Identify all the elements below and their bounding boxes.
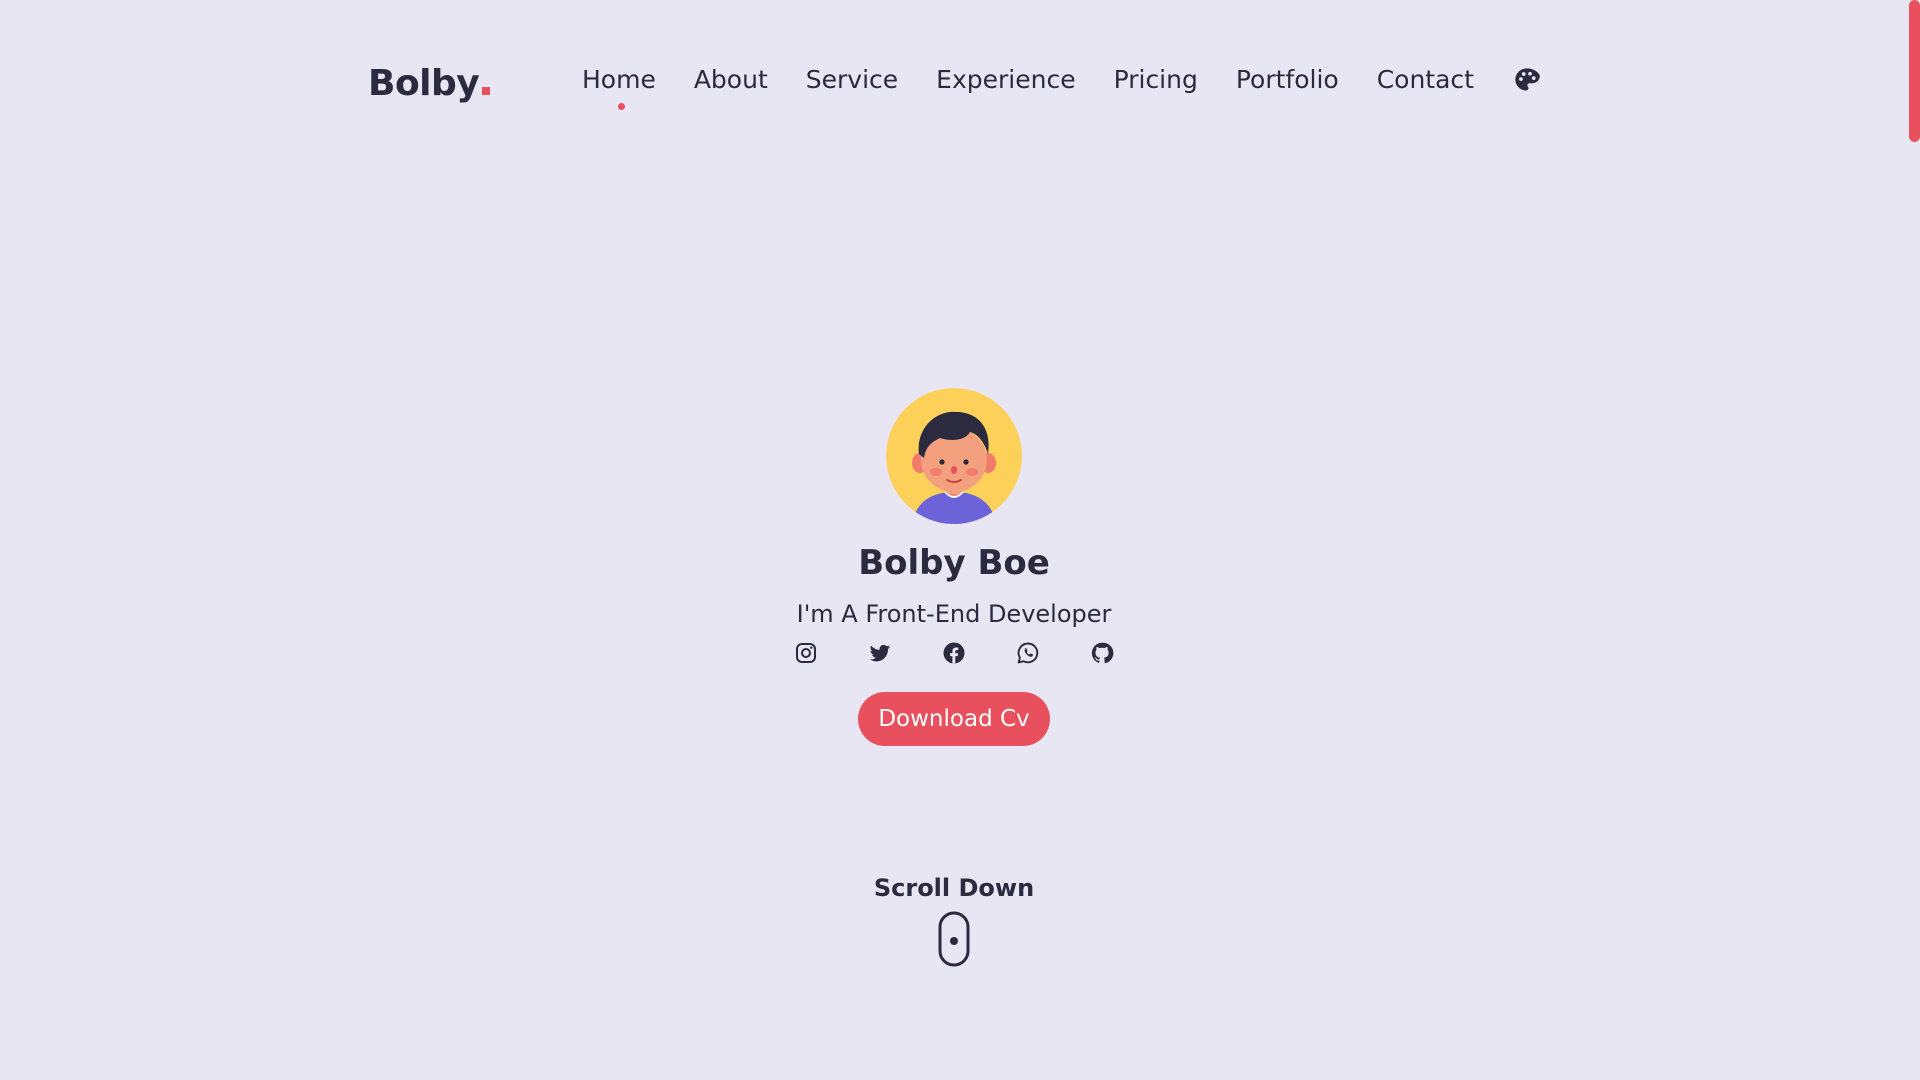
scroll-down-label: Scroll Down bbox=[873, 874, 1035, 902]
page: Bolby Home About Service Experience Pric… bbox=[0, 0, 1920, 1080]
nav-item-contact[interactable]: Contact bbox=[1377, 62, 1474, 98]
logo-dot bbox=[482, 87, 491, 95]
scrollbar-thumb[interactable] bbox=[1909, 0, 1920, 142]
mouse-icon bbox=[938, 911, 970, 967]
avatar bbox=[886, 388, 1022, 524]
logo-text: Bolby bbox=[368, 63, 480, 104]
nav-label: Home bbox=[582, 65, 656, 94]
scroll-down-indicator[interactable]: Scroll Down bbox=[0, 873, 1908, 967]
download-cv-button[interactable]: Download Cv bbox=[858, 692, 1050, 746]
palette-icon[interactable] bbox=[1513, 66, 1541, 94]
nav-item-pricing[interactable]: Pricing bbox=[1114, 62, 1198, 98]
nav-label: About bbox=[693, 65, 768, 94]
nav-item-service[interactable]: Service bbox=[806, 62, 898, 98]
profile-name: Bolby Boe bbox=[858, 543, 1050, 583]
whatsapp-icon[interactable] bbox=[1016, 641, 1040, 665]
profile-tagline: I'm A Front-End Developer bbox=[796, 600, 1112, 628]
hero-section: Bolby Boe I'm A Front-End Developer Down… bbox=[0, 388, 1908, 746]
active-indicator bbox=[617, 103, 625, 110]
nav-item-portfolio[interactable]: Portfolio bbox=[1236, 62, 1339, 98]
instagram-icon[interactable] bbox=[794, 641, 818, 665]
nav-item-experience[interactable]: Experience bbox=[936, 62, 1075, 98]
github-icon[interactable] bbox=[1090, 641, 1114, 665]
twitter-icon[interactable] bbox=[868, 641, 892, 665]
nav-label: Contact bbox=[1376, 65, 1474, 94]
avatar-illustration bbox=[886, 388, 1022, 524]
nav-label: Service bbox=[805, 65, 899, 94]
social-links bbox=[794, 638, 1114, 668]
main-nav: Home About Service Experience Pricing Po… bbox=[582, 62, 1512, 110]
nav-item-about[interactable]: About bbox=[694, 62, 768, 98]
site-logo[interactable]: Bolby bbox=[368, 62, 491, 106]
nav-label: Experience bbox=[936, 65, 1076, 94]
nav-label: Portfolio bbox=[1235, 65, 1339, 94]
nav-item-home[interactable]: Home bbox=[582, 62, 656, 110]
facebook-icon[interactable] bbox=[942, 641, 966, 665]
nav-label: Pricing bbox=[1113, 65, 1198, 94]
